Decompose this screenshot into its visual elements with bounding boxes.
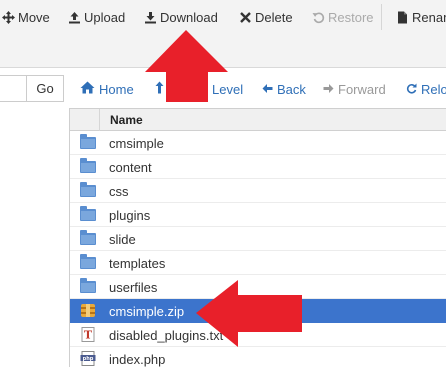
file-name: content: [109, 159, 152, 175]
upload-label: Upload: [84, 9, 126, 25]
forward-link[interactable]: Forward: [323, 80, 386, 98]
restore-button[interactable]: Restore: [312, 8, 374, 26]
file-name: cmsimple: [109, 135, 164, 151]
svg-text:T: T: [84, 329, 93, 342]
download-button[interactable]: Download: [144, 8, 218, 26]
svg-text:php: php: [83, 356, 94, 362]
home-label: Home: [99, 81, 134, 97]
file-name: css: [109, 183, 129, 199]
move-button[interactable]: Move: [2, 8, 50, 26]
back-link[interactable]: Back: [262, 80, 306, 98]
archive-icon: [80, 303, 96, 318]
restore-label: Restore: [328, 9, 374, 25]
forward-arrow-icon: [323, 82, 334, 97]
forward-label: Forward: [338, 81, 386, 97]
go-button[interactable]: Go: [26, 75, 64, 102]
annotation-arrow-left-icon: [196, 280, 302, 347]
folder-icon: [80, 206, 96, 222]
rename-button[interactable]: Renam: [396, 8, 446, 26]
toolbar-divider: [381, 4, 382, 30]
rename-icon: [396, 11, 409, 24]
table-row[interactable]: content: [70, 155, 446, 179]
folder-icon: [80, 134, 96, 150]
home-icon: [80, 81, 95, 97]
move-label: Move: [18, 9, 50, 25]
annotation-arrow-up-icon: [145, 30, 228, 102]
folder-icon: [80, 182, 96, 198]
folder-icon: [80, 278, 96, 294]
text-file-icon: T: [80, 327, 96, 342]
table-row[interactable]: cmsimple: [70, 131, 446, 155]
back-label: Back: [277, 81, 306, 97]
file-name: plugins: [109, 207, 151, 223]
download-label: Download: [160, 9, 218, 25]
back-arrow-icon: [262, 82, 273, 97]
table-header: Name: [70, 109, 446, 131]
file-name: cmsimple.zip: [109, 303, 185, 319]
delete-icon: [239, 11, 252, 24]
file-name: index.php: [109, 351, 166, 367]
file-name: slide: [109, 231, 136, 247]
delete-button[interactable]: Delete: [239, 8, 293, 26]
table-row[interactable]: css: [70, 179, 446, 203]
path-input[interactable]: [0, 75, 26, 102]
table-row[interactable]: slide: [70, 227, 446, 251]
reload-icon: [406, 82, 417, 97]
folder-icon: [80, 254, 96, 270]
upload-button[interactable]: Upload: [68, 8, 125, 26]
folder-icon: [80, 158, 96, 174]
file-name: templates: [109, 255, 166, 271]
directory-tree-panel: [0, 108, 70, 367]
download-icon: [144, 11, 157, 24]
upload-icon: [68, 11, 81, 24]
name-column-header[interactable]: Name: [99, 109, 143, 131]
file-name: userfiles: [109, 279, 158, 295]
table-row[interactable]: php index.php: [70, 347, 446, 367]
reload-link[interactable]: Relo: [406, 80, 446, 98]
rename-label: Renam: [412, 9, 446, 25]
move-icon: [2, 10, 15, 24]
home-link[interactable]: Home: [80, 80, 134, 98]
table-row[interactable]: plugins: [70, 203, 446, 227]
table-row[interactable]: templates: [70, 251, 446, 275]
delete-label: Delete: [255, 9, 293, 25]
reload-label: Relo: [421, 81, 446, 97]
folder-icon: [80, 230, 96, 246]
php-file-icon: php: [80, 351, 96, 366]
restore-icon: [312, 11, 325, 24]
